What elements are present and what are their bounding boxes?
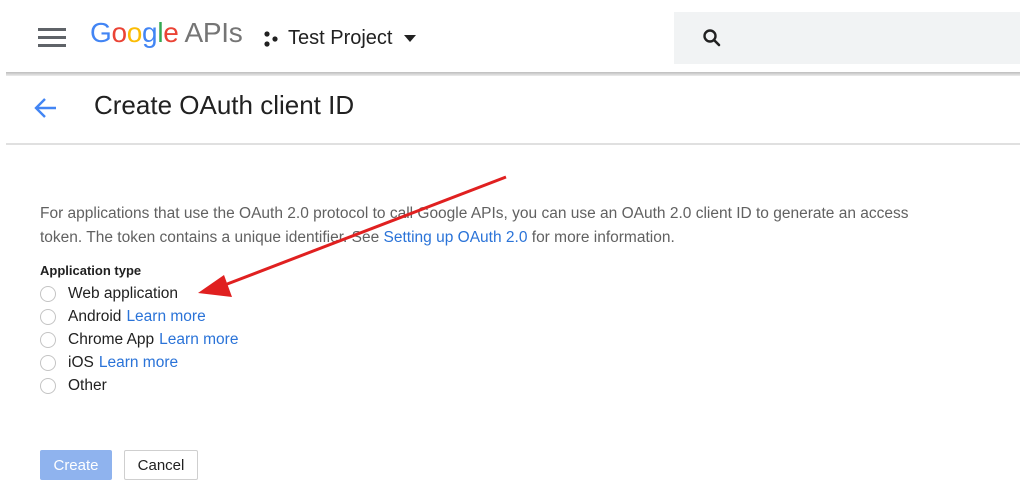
application-type-radio-group: Web application Android Learn more Chrom… bbox=[40, 282, 238, 397]
google-apis-logo[interactable]: Google APIs bbox=[90, 17, 243, 49]
radio-ios[interactable] bbox=[40, 354, 56, 371]
create-button[interactable]: Create bbox=[40, 450, 112, 480]
radio-option-other: Other bbox=[40, 374, 238, 397]
header-divider bbox=[6, 143, 1020, 145]
radio-android[interactable] bbox=[40, 308, 56, 325]
android-learn-more-link[interactable]: Learn more bbox=[126, 308, 205, 326]
description-text: For applications that use the OAuth 2.0 … bbox=[40, 205, 909, 246]
radio-option-android: Android Learn more bbox=[40, 305, 238, 328]
chrome-app-learn-more-link[interactable]: Learn more bbox=[159, 331, 238, 349]
radio-option-chrome-app: Chrome App Learn more bbox=[40, 328, 238, 351]
radio-chrome-app[interactable] bbox=[40, 331, 56, 348]
setup-oauth-link[interactable]: Setting up OAuth 2.0 bbox=[384, 229, 528, 246]
radio-label-web-application[interactable]: Web application bbox=[68, 285, 178, 303]
hamburger-menu-icon[interactable] bbox=[38, 28, 66, 48]
radio-label-android[interactable]: Android bbox=[68, 308, 121, 326]
radio-option-ios: iOS Learn more bbox=[40, 351, 238, 374]
cancel-button[interactable]: Cancel bbox=[124, 450, 198, 480]
top-bar-shadow bbox=[6, 72, 1020, 76]
chevron-down-icon bbox=[404, 35, 417, 42]
radio-label-chrome-app[interactable]: Chrome App bbox=[68, 331, 154, 349]
radio-web-application[interactable] bbox=[40, 285, 56, 302]
radio-option-web-application: Web application bbox=[40, 282, 238, 305]
radio-other[interactable] bbox=[40, 377, 56, 394]
ios-learn-more-link[interactable]: Learn more bbox=[99, 354, 178, 372]
search-icon[interactable] bbox=[702, 28, 722, 48]
radio-label-other[interactable]: Other bbox=[68, 377, 107, 395]
top-app-bar: Google APIs Test Project bbox=[0, 0, 1020, 74]
application-type-label: Application type bbox=[40, 263, 142, 278]
search-bar[interactable] bbox=[674, 12, 1020, 64]
project-name: Test Project bbox=[288, 27, 393, 49]
arrow-left-icon[interactable] bbox=[32, 94, 60, 122]
project-selector[interactable]: Test Project bbox=[262, 27, 417, 50]
project-dots-icon bbox=[264, 30, 278, 47]
radio-label-ios[interactable]: iOS bbox=[68, 354, 94, 372]
page-title: Create OAuth client ID bbox=[94, 90, 355, 120]
